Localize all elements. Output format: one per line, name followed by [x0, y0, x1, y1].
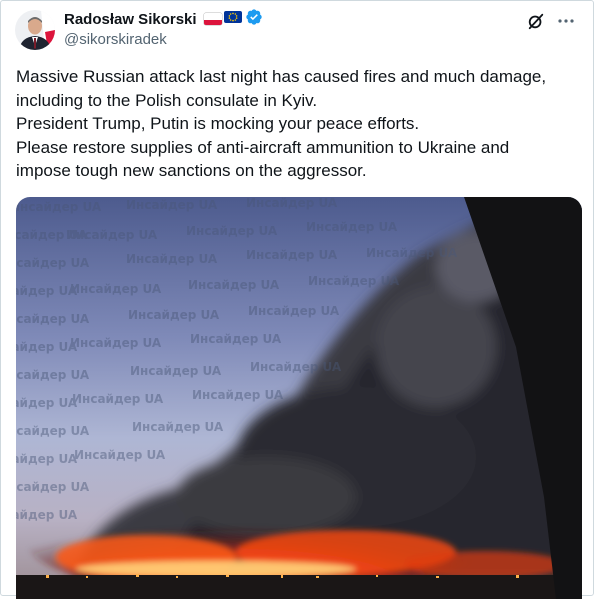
more-icon[interactable]	[557, 12, 575, 35]
author-name-row: Radosław Sikorski	[64, 8, 263, 31]
tweet-line: impose tough new sanctions on the aggres…	[16, 161, 367, 180]
watermark-text: Инсайдер UA	[126, 198, 218, 212]
watermark-text: Инсайдер UA	[248, 304, 340, 318]
watermark-text: Инсайдер UA	[130, 364, 222, 378]
tweet-card[interactable]: Radosław Sikorski @sikorskiradek Massive…	[0, 0, 594, 599]
watermark-text: Инсайдер UA	[308, 274, 400, 288]
watermark-text: Инсайдер UA	[70, 336, 162, 350]
watermark-text: Инсайдер UA	[16, 256, 90, 270]
watermark-text: Инсайдер UA	[186, 224, 278, 238]
watermark-text: Инсайдер UA	[74, 448, 166, 462]
flag-eu-icon	[223, 10, 242, 28]
watermark-text: Инсайдер UA	[16, 508, 78, 522]
watermark-text: Инсайдер UA	[66, 228, 158, 242]
watermark-text: Инсайдер UA	[72, 392, 164, 406]
tweet-text: Massive Russian attack last night has ca…	[16, 65, 586, 183]
watermark-text: Инсайдер UA	[16, 368, 90, 382]
watermark-text: Инсайдер UA	[246, 197, 338, 210]
watermark-text: Инсайдер UA	[16, 340, 78, 354]
watermark-text: Инсайдер UA	[128, 308, 220, 322]
tweet-line: Please restore supplies of anti-aircraft…	[16, 137, 510, 157]
watermark-text: Инсайдер UA	[250, 360, 342, 374]
watermark-text: Инсайдер UA	[16, 312, 90, 326]
watermark-text: Инсайдер UA	[306, 220, 398, 234]
author-name[interactable]: Radosław Sikorski	[64, 11, 197, 28]
watermark-text: Инсайдер UA	[126, 252, 218, 266]
watermark-text: Инсайдер UA	[16, 284, 78, 298]
watermark-text: Инсайдер UA	[188, 278, 280, 292]
watermark-text: Инсайдер UA	[132, 420, 224, 434]
flag-poland-icon	[203, 13, 222, 25]
watermark-text: Инсайдер UA	[366, 246, 458, 260]
watermark-text: Инсайдер UA	[16, 396, 78, 410]
tweet-line: including to the Polish consulate in Kyi…	[16, 90, 318, 110]
watermark-text: Инсайдер UA	[16, 480, 90, 494]
tweet-actions-top	[527, 12, 575, 35]
fire-smoke-photo: Инсайдер UA Инсайдер UA Инсайдер UA Инса…	[16, 197, 582, 599]
watermark-text: Инсайдер UA	[16, 200, 102, 214]
avatar[interactable]	[15, 10, 55, 50]
watermark-text: Инсайдер UA	[70, 282, 162, 296]
watermark-text: Инсайдер UA	[246, 248, 338, 262]
author-handle[interactable]: @sikorskiradek	[64, 31, 167, 48]
tweet-media-photo[interactable]: Инсайдер UA Инсайдер UA Инсайдер UA Инса…	[16, 197, 582, 599]
watermark-text: Инсайдер UA	[16, 424, 90, 438]
watermark-text: Инсайдер UA	[190, 332, 282, 346]
tweet-line: President Trump, Putin is mocking your p…	[16, 114, 420, 133]
verified-badge-icon[interactable]	[245, 8, 263, 31]
watermark-text: Инсайдер UA	[192, 388, 284, 402]
grok-icon[interactable]	[527, 12, 545, 35]
watermark-text: Инсайдер UA	[16, 452, 78, 466]
tweet-line: Massive Russian attack last night has ca…	[16, 67, 547, 86]
